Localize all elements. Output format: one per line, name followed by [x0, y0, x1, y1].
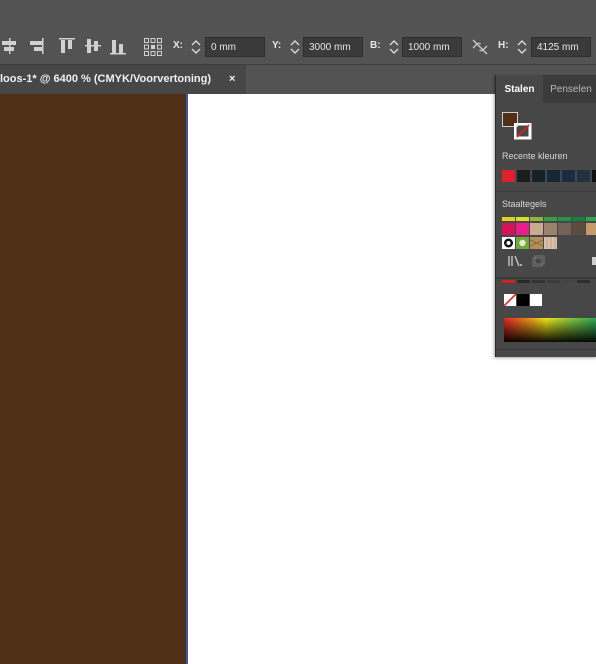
- frame-edge-line: [186, 94, 188, 664]
- recent-color-swatch[interactable]: [517, 170, 530, 182]
- constrain-proportions-link-icon[interactable]: [470, 37, 490, 57]
- width-stepper-icon[interactable]: [387, 37, 401, 57]
- swatch-tiles-label: Staaltegels: [502, 199, 547, 209]
- tile-swatch[interactable]: [572, 223, 585, 235]
- panel-divider: [496, 277, 596, 279]
- document-tab-title: loos-1* @ 6400 % (CMYK/Voorvertoning): [0, 73, 211, 85]
- color-spectrum-ramp[interactable]: [504, 318, 596, 342]
- tile-swatch[interactable]: [516, 217, 529, 221]
- align-horizontal-centers-icon[interactable]: [0, 36, 20, 56]
- tile-swatch[interactable]: [558, 223, 571, 235]
- tile-swatch[interactable]: [586, 217, 596, 221]
- width-label: B:: [370, 40, 381, 51]
- align-bottom-edges-icon[interactable]: [108, 36, 128, 56]
- recent-color-swatch[interactable]: [532, 170, 545, 182]
- width-field[interactable]: 1000 mm: [402, 37, 462, 57]
- color-strip-swatch[interactable]: [562, 280, 575, 283]
- recent-color-swatch[interactable]: [577, 170, 590, 182]
- tab-stalen[interactable]: Stalen: [496, 75, 543, 103]
- align-right-edges-icon[interactable]: [26, 36, 46, 56]
- white-color-swatch[interactable]: [530, 294, 542, 306]
- tile-swatch[interactable]: [544, 217, 557, 221]
- new-color-group-icon[interactable]: [532, 255, 546, 267]
- tile-swatch[interactable]: [502, 217, 515, 221]
- pattern-tile-swatch[interactable]: [502, 237, 515, 249]
- x-stepper-icon[interactable]: [189, 37, 203, 57]
- none-color-icon[interactable]: [504, 294, 516, 306]
- align-vertical-centers-icon[interactable]: [83, 36, 103, 56]
- panel-divider: [496, 349, 596, 350]
- selected-brown-frame[interactable]: [0, 94, 186, 664]
- y-label: Y:: [272, 40, 282, 51]
- panel-divider: [496, 191, 596, 192]
- color-strip-swatch[interactable]: [517, 280, 530, 283]
- tile-swatch[interactable]: [530, 223, 543, 235]
- height-field[interactable]: 4125 mm: [531, 37, 591, 57]
- pattern-tile-swatch[interactable]: [516, 237, 529, 249]
- color-strip-swatch[interactable]: [547, 280, 560, 283]
- color-strip-swatch[interactable]: [502, 280, 515, 283]
- reference-point-icon[interactable]: [143, 37, 163, 57]
- black-color-swatch[interactable]: [517, 294, 529, 306]
- tile-swatch[interactable]: [530, 217, 543, 221]
- color-panel: [496, 277, 596, 357]
- tab-penselen[interactable]: Penselen: [545, 75, 596, 103]
- color-strip-swatch[interactable]: [532, 280, 545, 283]
- control-toolbar: X: 0 mm Y: 3000 mm B: 1000 mm H: 4125 mm: [0, 0, 596, 65]
- tile-swatch[interactable]: [502, 223, 515, 235]
- close-tab-button[interactable]: ×: [229, 65, 235, 93]
- tile-swatch[interactable]: [558, 217, 571, 221]
- tile-swatch[interactable]: [516, 223, 529, 235]
- x-label: X:: [173, 40, 183, 51]
- x-field[interactable]: 0 mm: [205, 37, 265, 57]
- swatch-libraries-icon[interactable]: [507, 255, 523, 267]
- recent-color-swatch[interactable]: [562, 170, 575, 182]
- tile-swatch[interactable]: [586, 223, 596, 235]
- pattern-tile-swatch[interactable]: [530, 237, 543, 249]
- y-field[interactable]: 3000 mm: [303, 37, 363, 57]
- pattern-tile-swatch[interactable]: [544, 237, 557, 249]
- recent-color-swatch[interactable]: [547, 170, 560, 182]
- document-tab[interactable]: loos-1* @ 6400 % (CMYK/Voorvertoning) ×: [0, 65, 246, 94]
- tile-swatch[interactable]: [572, 217, 585, 221]
- color-strip-swatch[interactable]: [577, 280, 590, 283]
- tile-swatch[interactable]: [544, 223, 557, 235]
- panel-tab-bar: Stalen Penselen: [496, 75, 596, 103]
- swatches-panel: Stalen Penselen Recente kleuren Staalteg…: [495, 75, 596, 357]
- stroke-none-icon[interactable]: [514, 123, 532, 140]
- height-stepper-icon[interactable]: [515, 37, 529, 57]
- recent-color-swatch[interactable]: [502, 170, 515, 182]
- recent-color-swatch[interactable]: [592, 170, 596, 182]
- align-top-edges-icon[interactable]: [57, 36, 77, 56]
- height-label: H:: [498, 40, 509, 51]
- y-stepper-icon[interactable]: [288, 37, 302, 57]
- panel-menu-icon[interactable]: [592, 255, 596, 267]
- recent-colors-label: Recente kleuren: [502, 151, 568, 161]
